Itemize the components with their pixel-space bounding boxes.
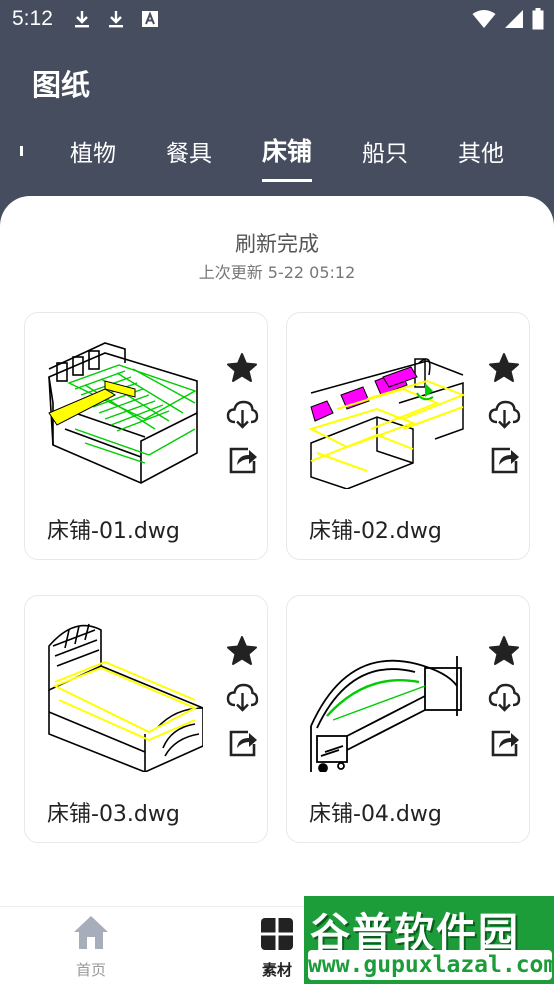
cloud-download-icon[interactable]: [225, 680, 259, 714]
drawing-thumbnail: [310, 656, 462, 772]
drawing-filename: 床铺-04.dwg: [309, 802, 442, 827]
card-actions: [487, 634, 523, 772]
last-updated: 上次更新 5-22 05:12: [198, 263, 356, 282]
card-actions: [487, 351, 523, 489]
nav-home[interactable]: 首页: [46, 913, 136, 980]
drawing-thumbnail: [48, 623, 203, 772]
refresh-status: 刷新完成: [235, 232, 319, 256]
drawing-thumbnail: [308, 358, 465, 489]
drawing-card[interactable]: 床铺-03.dwg: [24, 595, 268, 843]
watermark-title: 谷普软件园: [310, 910, 520, 956]
tab-active-indicator: [262, 179, 313, 182]
tab-overflow-edge: [20, 146, 23, 156]
tab-plants[interactable]: 植物: [70, 134, 116, 178]
page-title: 图纸: [32, 68, 91, 102]
drawing-card[interactable]: 床铺-04.dwg: [286, 595, 530, 843]
drawing-filename: 床铺-01.dwg: [47, 519, 180, 544]
category-tabs: 植物 餐具 床铺 船只 其他: [0, 128, 554, 182]
home-icon: [74, 916, 108, 949]
drawing-card[interactable]: 床铺-02.dwg: [286, 312, 530, 560]
drawing-card[interactable]: 床铺-01.dwg: [24, 312, 268, 560]
download-icon: [105, 8, 127, 30]
star-icon[interactable]: [487, 351, 521, 385]
nav-home-label: 首页: [75, 961, 106, 979]
star-icon[interactable]: [225, 351, 259, 385]
star-icon[interactable]: [225, 634, 259, 668]
cloud-download-icon[interactable]: [487, 680, 521, 714]
font-a-icon: [139, 8, 161, 30]
share-icon[interactable]: [225, 726, 259, 760]
tab-beds-label: 床铺: [262, 137, 313, 166]
cloud-download-icon[interactable]: [225, 397, 259, 431]
tab-boats[interactable]: 船只: [362, 134, 408, 178]
share-icon[interactable]: [487, 726, 521, 760]
download-icon: [71, 8, 93, 30]
wifi-icon: [472, 9, 496, 34]
card-actions: [225, 634, 261, 772]
card-actions: [225, 351, 261, 489]
drawing-filename: 床铺-02.dwg: [309, 519, 442, 544]
share-icon[interactable]: [487, 443, 521, 477]
share-icon[interactable]: [225, 443, 259, 477]
signal-icon: [504, 9, 524, 34]
tab-beds[interactable]: 床铺: [262, 132, 313, 182]
status-time: 5:12: [12, 7, 53, 30]
cloud-download-icon[interactable]: [487, 397, 521, 431]
status-bar: 5:12: [0, 0, 554, 38]
material-icon: [261, 918, 293, 950]
star-icon[interactable]: [487, 634, 521, 668]
watermark-url: www.gupuxlazal.com: [308, 950, 554, 980]
tab-other[interactable]: 其他: [458, 134, 504, 178]
drawing-filename: 床铺-03.dwg: [47, 802, 180, 827]
battery-icon: [532, 8, 544, 35]
tab-tableware[interactable]: 餐具: [166, 134, 212, 178]
watermark-logo: 谷普软件园 www.gupuxlazal.com: [304, 896, 554, 984]
drawing-thumbnail: [48, 342, 198, 484]
